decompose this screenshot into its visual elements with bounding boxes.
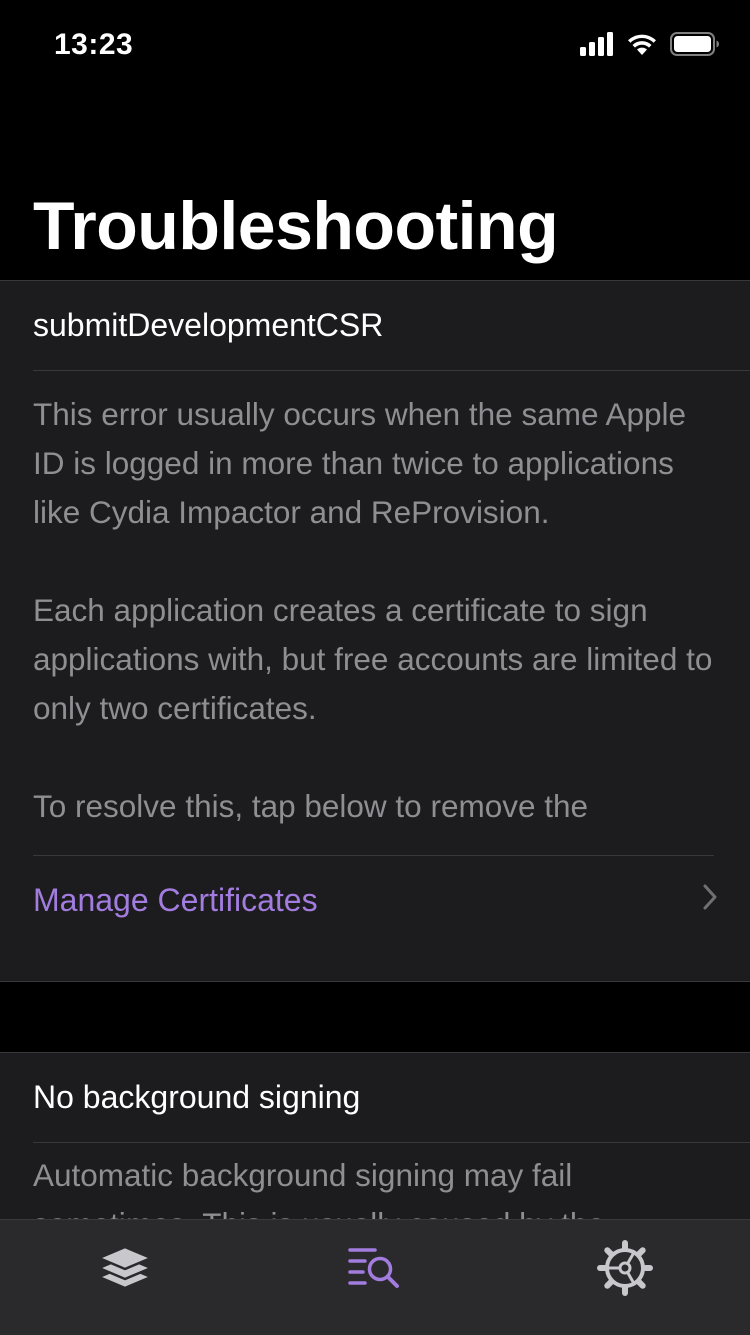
description-paragraph: Each application creates a certificate t… xyxy=(33,592,713,726)
tab-apps[interactable] xyxy=(45,1220,205,1320)
troubleshooting-section-csr: submitDevelopmentCSR This error usually … xyxy=(0,280,750,982)
troubleshooting-section-background-signing: No background signing Automatic backgrou… xyxy=(0,1052,750,1233)
tab-settings[interactable] xyxy=(545,1220,705,1320)
description-paragraph: To resolve this, tap below to remove the xyxy=(33,788,589,824)
status-bar: 13:23 xyxy=(0,0,750,92)
manage-certificates-label: Manage Certificates xyxy=(33,882,318,918)
section-title: submitDevelopmentCSR xyxy=(33,281,750,371)
manage-certificates-button[interactable]: Manage Certificates xyxy=(33,856,750,945)
description-paragraph: This error usually occurs when the same … xyxy=(33,396,687,530)
gear-icon xyxy=(597,1239,653,1301)
status-time: 13:23 xyxy=(54,28,134,61)
section-description: This error usually occurs when the same … xyxy=(33,371,714,856)
cellular-signal-icon xyxy=(580,32,614,61)
search-list-icon xyxy=(347,1244,403,1297)
wifi-icon xyxy=(626,32,658,61)
status-icons xyxy=(580,32,720,61)
tab-bar xyxy=(0,1219,750,1335)
tab-troubleshooting[interactable] xyxy=(295,1220,455,1320)
page-title: Troubleshooting xyxy=(33,188,559,264)
chevron-right-icon xyxy=(702,882,718,919)
layers-icon xyxy=(97,1242,153,1299)
section-title: No background signing xyxy=(33,1053,750,1143)
battery-icon xyxy=(670,32,720,61)
